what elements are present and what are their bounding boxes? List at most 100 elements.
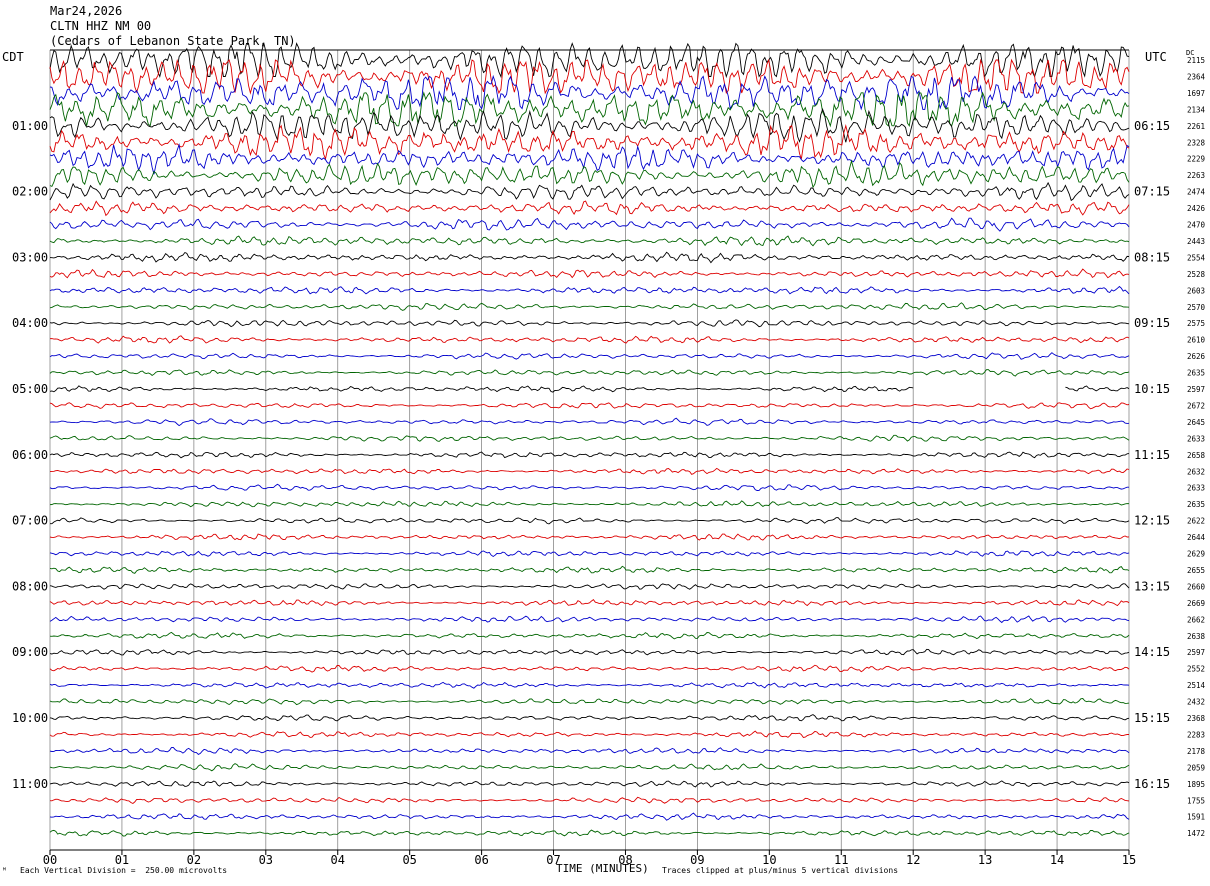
local-hour-label: 01:00 xyxy=(12,119,48,133)
utc-hour-label: 07:15 xyxy=(1134,185,1170,199)
seismic-trace xyxy=(49,319,1130,328)
seismic-trace xyxy=(49,483,1129,491)
seismic-trace xyxy=(49,285,1130,295)
trace-dc-offset: 1697 xyxy=(1187,89,1205,98)
utc-hour-label: 09:15 xyxy=(1134,316,1170,330)
trace-dc-offset: 2514 xyxy=(1187,681,1206,690)
local-hour-label: 04:00 xyxy=(12,316,48,330)
trace-dc-offset: 2261 xyxy=(1187,122,1205,131)
seismic-trace xyxy=(49,796,1130,805)
seismic-trace xyxy=(49,369,1130,377)
utc-hour-label: 10:15 xyxy=(1134,382,1170,396)
x-tick-label: 04 xyxy=(331,853,345,867)
trace-dc-offset: 2603 xyxy=(1187,286,1205,295)
trace-dc-offset: 2672 xyxy=(1187,401,1205,410)
local-hour-label: 06:00 xyxy=(12,448,48,462)
local-hour-label: 11:00 xyxy=(12,777,48,791)
trace-dc-offset: 2364 xyxy=(1187,72,1206,81)
utc-hour-label: 16:15 xyxy=(1134,777,1170,791)
seismic-trace xyxy=(49,200,1130,217)
seismic-trace xyxy=(49,812,1130,821)
x-tick-label: 09 xyxy=(690,853,704,867)
trace-dc-offset: 2644 xyxy=(1187,533,1206,542)
seismic-trace xyxy=(49,550,1130,558)
trace-dc-offset: 2134 xyxy=(1187,105,1206,114)
seismic-trace xyxy=(49,402,1130,410)
trace-dc-offset: 2597 xyxy=(1187,385,1205,394)
utc-hour-label: 11:15 xyxy=(1134,448,1170,462)
seismic-trace xyxy=(49,417,1130,427)
x-tick-label: 13 xyxy=(978,853,992,867)
trace-dc-offset: 2474 xyxy=(1187,188,1206,197)
trace-dc-offset: 2633 xyxy=(1187,434,1205,443)
local-hour-label: 03:00 xyxy=(12,250,48,264)
x-tick-label: 06 xyxy=(474,853,488,867)
trace-dc-offset: 2554 xyxy=(1187,253,1206,262)
seismic-trace xyxy=(50,467,1130,475)
trace-dc-offset: 2655 xyxy=(1187,566,1205,575)
seismic-trace xyxy=(49,747,1130,755)
seismic-trace xyxy=(49,565,1130,574)
seismic-trace xyxy=(49,58,1130,95)
seismic-trace xyxy=(49,124,1130,161)
seismic-trace xyxy=(49,583,1130,590)
trace-dc-offset: 2633 xyxy=(1187,484,1205,493)
x-axis-title: TIME (MINUTES) xyxy=(556,862,649,875)
seismic-trace xyxy=(49,159,1130,189)
seismic-trace xyxy=(49,352,1130,360)
seismic-trace xyxy=(49,302,1130,311)
seismic-trace xyxy=(50,517,1130,525)
scale-note: Each Vertical Division = 250.00 microvol… xyxy=(20,866,228,875)
seismic-trace xyxy=(49,664,1130,673)
local-hour-label: 07:00 xyxy=(12,514,48,528)
x-tick-label: 05 xyxy=(402,853,416,867)
seismic-trace xyxy=(49,698,1130,706)
trace-dc-offset: 2443 xyxy=(1187,237,1205,246)
trace-dc-offset: 2552 xyxy=(1187,665,1205,674)
trace-dc-offset: 2570 xyxy=(1187,303,1206,312)
trace-dc-offset: 2629 xyxy=(1187,550,1205,559)
trace-dc-offset: 2632 xyxy=(1187,467,1205,476)
trace-dc-offset: 1895 xyxy=(1187,780,1205,789)
x-tick-label: 11 xyxy=(834,853,848,867)
trace-dc-offset: 2115 xyxy=(1187,56,1205,65)
trace-dc-offset: 2662 xyxy=(1187,615,1205,624)
seismic-trace xyxy=(49,780,1130,788)
seismic-trace xyxy=(49,451,1130,459)
seismic-trace xyxy=(49,631,1130,640)
seismic-trace xyxy=(49,217,1130,232)
seismic-trace xyxy=(49,615,1130,624)
trace-dc-offset: 2658 xyxy=(1187,451,1206,460)
local-hour-label: 10:00 xyxy=(12,711,48,725)
utc-hour-label: 14:15 xyxy=(1134,645,1170,659)
seismic-trace xyxy=(49,648,1130,656)
helicorder-plot: 00 01 02 03 04 05 06 07 08 09 10 11 12 13 14 1521152364… xyxy=(12,41,1206,867)
seismic-trace xyxy=(49,41,1130,79)
x-tick-label: 01 xyxy=(115,853,129,867)
trace-dc-offset: 2283 xyxy=(1187,730,1205,739)
seismic-trace xyxy=(49,829,1130,837)
seismic-trace xyxy=(49,763,1130,772)
seismic-trace xyxy=(49,500,1130,508)
trace-dc-offset: 1591 xyxy=(1187,813,1205,822)
trace-dc-offset: 2229 xyxy=(1187,155,1205,164)
seismic-trace xyxy=(49,235,1130,247)
trace-dc-offset: 1755 xyxy=(1187,796,1205,805)
local-hour-label: 08:00 xyxy=(12,579,48,593)
trace-dc-offset: 2426 xyxy=(1187,204,1206,213)
x-tick-label: 03 xyxy=(259,853,273,867)
trace-dc-offset: 2638 xyxy=(1187,632,1206,641)
local-hour-label: 09:00 xyxy=(12,645,48,659)
seismic-trace xyxy=(49,385,1130,393)
seismic-trace xyxy=(49,335,1130,344)
seismic-trace xyxy=(49,714,1130,722)
clip-note: Traces clipped at plus/minus 5 vertical … xyxy=(662,866,899,875)
trace-dc-offset: 2059 xyxy=(1187,763,1205,772)
trace-dc-offset: 2669 xyxy=(1187,599,1205,608)
x-tick-label: 00 xyxy=(43,853,57,867)
utc-hour-label: 13:15 xyxy=(1134,579,1170,593)
x-tick-label: 10 xyxy=(762,853,776,867)
trace-dc-offset: 2660 xyxy=(1187,582,1206,591)
seismic-trace xyxy=(49,181,1130,202)
seismic-trace xyxy=(49,598,1130,607)
